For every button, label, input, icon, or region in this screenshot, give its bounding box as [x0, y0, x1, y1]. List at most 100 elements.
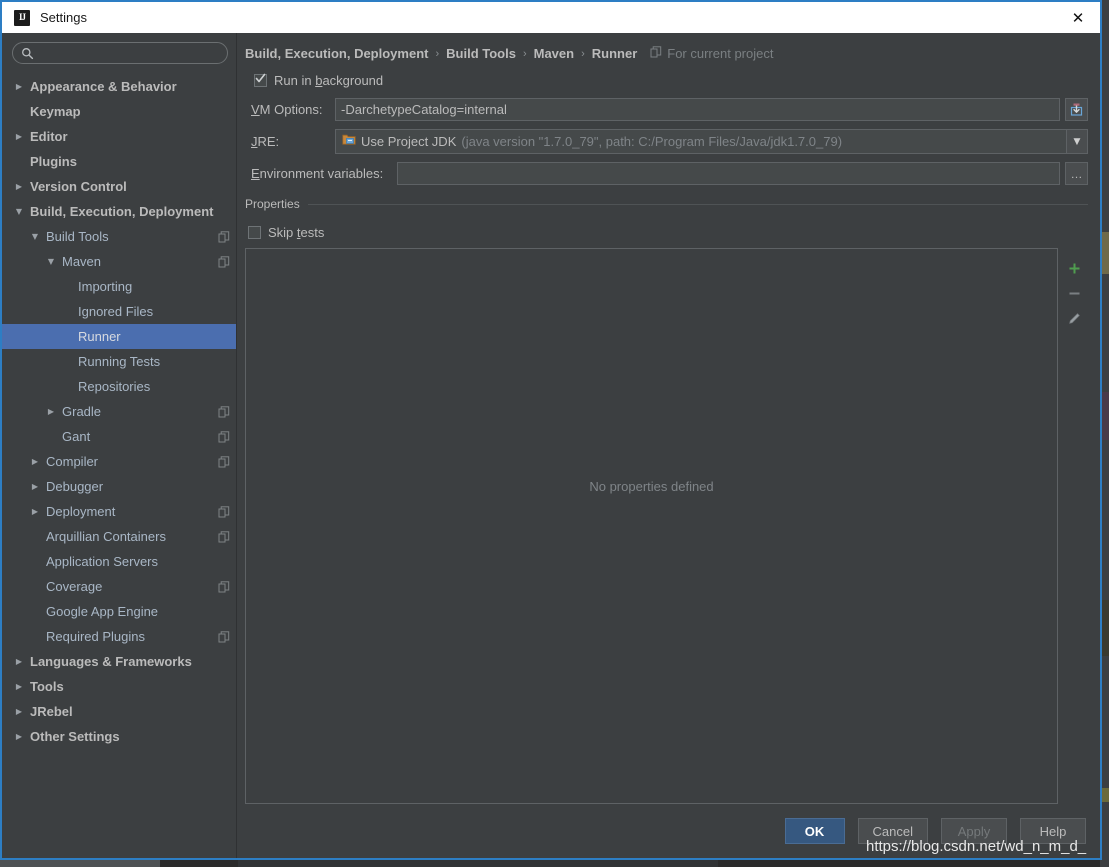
sidebar-item-required-plugins[interactable]: Required Plugins	[2, 624, 236, 649]
sidebar-item-google-app-engine[interactable]: Google App Engine	[2, 599, 236, 624]
run-in-background-row[interactable]: Run in background	[254, 68, 1088, 92]
chevron-right-icon[interactable]: ▶	[12, 182, 26, 191]
sidebar-item-label: Editor	[30, 129, 68, 144]
sidebar-item-label: JRebel	[30, 704, 73, 719]
sidebar-item-version-control[interactable]: ▶ Version Control	[2, 174, 236, 199]
breadcrumb-item[interactable]: Maven	[534, 46, 574, 61]
sidebar-item-label: Maven	[62, 254, 102, 269]
properties-toolbar	[1060, 248, 1088, 804]
sidebar-item-label: Gradle	[62, 404, 102, 419]
breadcrumb-item[interactable]: Build, Execution, Deployment	[245, 46, 428, 61]
sidebar-item-editor[interactable]: ▶ Editor	[2, 124, 236, 149]
close-icon[interactable]: ✕	[1056, 2, 1100, 33]
vm-options-input[interactable]	[335, 98, 1060, 121]
environment-variables-input[interactable]	[397, 162, 1060, 185]
run-in-background-checkbox[interactable]	[254, 73, 267, 87]
project-scope-icon	[650, 46, 662, 61]
chevron-down-icon[interactable]: ▼	[44, 257, 58, 266]
sidebar-item-gradle[interactable]: ▶ Gradle	[2, 399, 236, 424]
chevron-right-icon[interactable]: ▶	[28, 482, 42, 491]
search-box[interactable]	[12, 42, 228, 64]
jre-label: JRE:	[251, 134, 280, 149]
breadcrumb-scope-label: For current project	[667, 46, 774, 61]
edit-property-button[interactable]	[1062, 306, 1086, 331]
vm-options-row: VM Options:	[245, 98, 1088, 121]
chevron-down-icon[interactable]: ▼	[1066, 130, 1087, 153]
sidebar-item-repositories[interactable]: Repositories	[2, 374, 236, 399]
chevron-right-icon[interactable]: ▶	[12, 132, 26, 141]
settings-tree[interactable]: ▶ Appearance & Behavior Keymap ▶ Editor Plugi…	[2, 71, 236, 858]
settings-content: Build, Execution, Deployment › Build Tools…	[237, 33, 1100, 858]
sidebar-item-application-servers[interactable]: Application Servers	[2, 549, 236, 574]
settings-sidebar: ▶ Appearance & Behavior Keymap ▶ Editor Plugi…	[2, 33, 237, 858]
chevron-right-icon[interactable]: ▶	[28, 457, 42, 466]
sidebar-item-other-settings[interactable]: ▶ Other Settings	[2, 724, 236, 749]
sidebar-item-running-tests[interactable]: Running Tests	[2, 349, 236, 374]
sidebar-item-maven[interactable]: ▼ Maven	[2, 249, 236, 274]
sidebar-item-build-execution-deployment[interactable]: ▼ Build, Execution, Deployment	[2, 199, 236, 224]
sidebar-item-runner[interactable]: Runner	[2, 324, 236, 349]
project-scope-icon	[218, 430, 230, 443]
sidebar-item-importing[interactable]: Importing	[2, 274, 236, 299]
properties-empty-message: No properties defined	[589, 478, 714, 494]
chevron-right-icon[interactable]: ▶	[12, 732, 26, 741]
chevron-right-icon[interactable]: ▶	[44, 407, 58, 416]
chevron-right-icon[interactable]: ▶	[12, 682, 26, 691]
apply-button[interactable]: Apply	[941, 818, 1007, 844]
sidebar-item-languages-frameworks[interactable]: ▶ Languages & Frameworks	[2, 649, 236, 674]
project-scope-icon	[218, 580, 230, 593]
sidebar-item-compiler[interactable]: ▶ Compiler	[2, 449, 236, 474]
ide-gutter-marker-1	[1101, 232, 1109, 274]
settings-dialog: IJ Settings ✕ ▶ Appearance & Behavior Keym…	[0, 0, 1102, 860]
properties-body: No properties defined	[245, 248, 1088, 804]
add-property-button[interactable]	[1062, 256, 1086, 281]
skip-tests-checkbox[interactable]	[248, 225, 261, 239]
search-container	[2, 33, 236, 71]
sidebar-item-deployment[interactable]: ▶ Deployment	[2, 499, 236, 524]
sidebar-item-appearance-behavior[interactable]: ▶ Appearance & Behavior	[2, 74, 236, 99]
sidebar-item-plugins[interactable]: Plugins	[2, 149, 236, 174]
properties-table[interactable]: No properties defined	[245, 248, 1058, 804]
group-divider	[307, 203, 1088, 205]
environment-variables-browse-button[interactable]: …	[1065, 162, 1088, 185]
sidebar-item-tools[interactable]: ▶ Tools	[2, 674, 236, 699]
project-scope-icon	[218, 630, 230, 643]
project-scope-icon	[218, 530, 230, 543]
chevron-right-icon[interactable]: ▶	[12, 657, 26, 666]
help-button[interactable]: Help	[1020, 818, 1086, 844]
sidebar-item-arquillian-containers[interactable]: Arquillian Containers	[2, 524, 236, 549]
sidebar-item-build-tools[interactable]: ▼ Build Tools	[2, 224, 236, 249]
chevron-right-icon[interactable]: ▶	[12, 707, 26, 716]
sidebar-item-label: Required Plugins	[46, 629, 146, 644]
sidebar-item-label: Version Control	[30, 179, 127, 194]
breadcrumb-scope: For current project	[650, 46, 773, 61]
jre-combobox[interactable]: Use Project JDK (java version "1.7.0_79"…	[335, 129, 1088, 154]
insert-macro-icon[interactable]	[1065, 98, 1088, 121]
chevron-right-icon[interactable]: ▶	[12, 82, 26, 91]
dialog-titlebar: IJ Settings ✕	[2, 2, 1100, 33]
sidebar-item-ignored-files[interactable]: Ignored Files	[2, 299, 236, 324]
sidebar-item-debugger[interactable]: ▶ Debugger	[2, 474, 236, 499]
cancel-button[interactable]: Cancel	[857, 818, 928, 844]
sidebar-item-gant[interactable]: Gant	[2, 424, 236, 449]
sidebar-item-label: Compiler	[46, 454, 99, 469]
ok-button[interactable]: OK	[784, 818, 845, 844]
runner-form: Run in background VM Options: -Darchetyp…	[237, 65, 1100, 193]
chevron-down-icon[interactable]: ▼	[12, 207, 26, 216]
sidebar-item-coverage[interactable]: Coverage	[2, 574, 236, 599]
breadcrumb-item[interactable]: Runner	[592, 46, 638, 61]
sidebar-item-label: Runner	[78, 329, 121, 344]
chevron-right-icon[interactable]: ▶	[28, 507, 42, 516]
chevron-down-icon[interactable]: ▼	[28, 232, 42, 241]
sidebar-item-label: Plugins	[30, 154, 77, 169]
remove-property-button[interactable]	[1062, 281, 1086, 306]
breadcrumb-separator: ›	[522, 47, 527, 60]
breadcrumb-item[interactable]: Build Tools	[446, 46, 516, 61]
sidebar-item-keymap[interactable]: Keymap	[2, 99, 236, 124]
sidebar-item-label: Application Servers	[46, 554, 158, 569]
breadcrumb-separator: ›	[435, 47, 440, 60]
sidebar-item-jrebel[interactable]: ▶ JRebel	[2, 699, 236, 724]
skip-tests-row[interactable]: Skip tests	[248, 220, 1088, 244]
search-input[interactable]	[34, 44, 227, 62]
project-scope-icon	[218, 455, 230, 468]
